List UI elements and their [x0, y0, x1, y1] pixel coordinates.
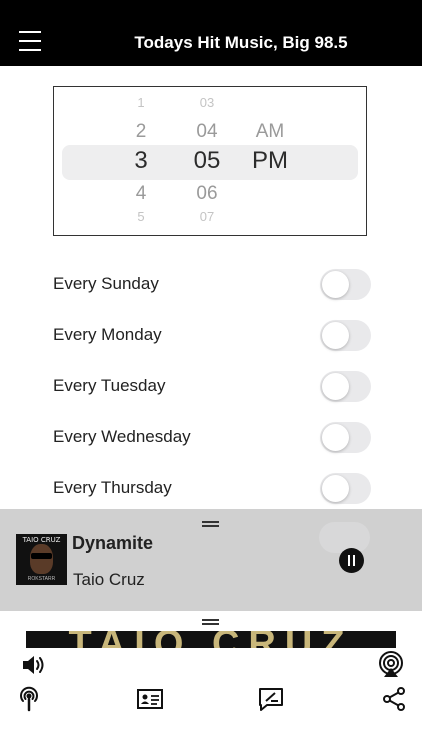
page-title: Todays Hit Music, Big 98.5	[134, 33, 348, 52]
toggle-knob	[322, 322, 349, 349]
app-header: Todays Hit Music, Big 98.5	[0, 0, 422, 66]
time-picker[interactable]: 1 2 3 4 5 03 04 05 06 07 AM PM	[53, 86, 367, 236]
hour-option: 4	[135, 183, 147, 204]
toggle-knob	[322, 475, 349, 502]
album-art-subtitle: ROKSTARR	[27, 576, 56, 582]
drag-handle-icon[interactable]	[202, 619, 219, 625]
schedule-label: Every Wednesday	[53, 427, 191, 446]
airplay-icon[interactable]	[377, 650, 405, 678]
schedule-label: Every Thursday	[53, 478, 172, 497]
schedule-row-tuesday: Every Tuesday	[53, 371, 371, 403]
hour-option: 2	[135, 121, 147, 142]
pause-icon	[348, 555, 350, 566]
schedule-row-monday: Every Monday	[53, 320, 371, 352]
schedule-label: Every Sunday	[53, 274, 159, 293]
friday-toggle[interactable]	[319, 522, 370, 553]
volume-icon[interactable]	[19, 651, 47, 679]
menu-icon[interactable]	[19, 31, 41, 53]
track-artist: Taio Cruz	[73, 570, 145, 589]
artist-banner: TAIO CRUZ	[26, 631, 396, 648]
album-art-title: TAIO CRUZ	[22, 536, 61, 544]
pause-icon-bar	[353, 555, 355, 566]
minute-option: 03	[199, 95, 215, 110]
schedule-label: Every Tuesday	[53, 376, 166, 395]
toggle-knob	[322, 424, 349, 451]
album-art-face	[30, 544, 53, 574]
minute-option: 07	[199, 209, 215, 224]
wednesday-toggle[interactable]	[320, 422, 371, 453]
contact-card-icon[interactable]	[136, 685, 164, 713]
drag-handle-icon[interactable]	[202, 521, 219, 527]
album-art-shades	[31, 553, 52, 559]
schedule-row-wednesday: Every Wednesday	[53, 422, 371, 454]
pause-button[interactable]	[339, 548, 364, 573]
hour-option: 5	[137, 209, 145, 224]
schedule-row-sunday: Every Sunday	[53, 269, 371, 301]
minute-option: 06	[196, 183, 218, 204]
schedule-label: Every Monday	[53, 325, 162, 344]
bottom-panel: TAIO CRUZ	[0, 611, 422, 750]
album-art: TAIO CRUZ ROKSTARR	[16, 534, 67, 585]
period-selected: PM	[252, 147, 288, 174]
thursday-toggle[interactable]	[320, 473, 371, 504]
toggle-knob	[322, 271, 349, 298]
share-icon[interactable]	[380, 685, 408, 713]
hour-selected: 3	[134, 147, 148, 174]
now-playing-bar[interactable]: TAIO CRUZ ROKSTARR Dynamite Taio Cruz	[0, 509, 422, 611]
tuesday-toggle[interactable]	[320, 371, 371, 402]
track-title: Dynamite	[72, 533, 154, 553]
minute-selected: 05	[193, 147, 221, 174]
toggle-knob	[322, 373, 349, 400]
banner-text: TAIO CRUZ	[26, 631, 396, 648]
message-edit-icon[interactable]	[257, 685, 285, 713]
minute-option: 04	[196, 121, 218, 142]
sunday-toggle[interactable]	[320, 269, 371, 300]
schedule-row-thursday: Every Thursday	[53, 473, 371, 505]
podcast-icon[interactable]	[15, 685, 43, 713]
monday-toggle[interactable]	[320, 320, 371, 351]
period-option: AM	[255, 121, 285, 142]
hour-option: 1	[137, 95, 145, 110]
